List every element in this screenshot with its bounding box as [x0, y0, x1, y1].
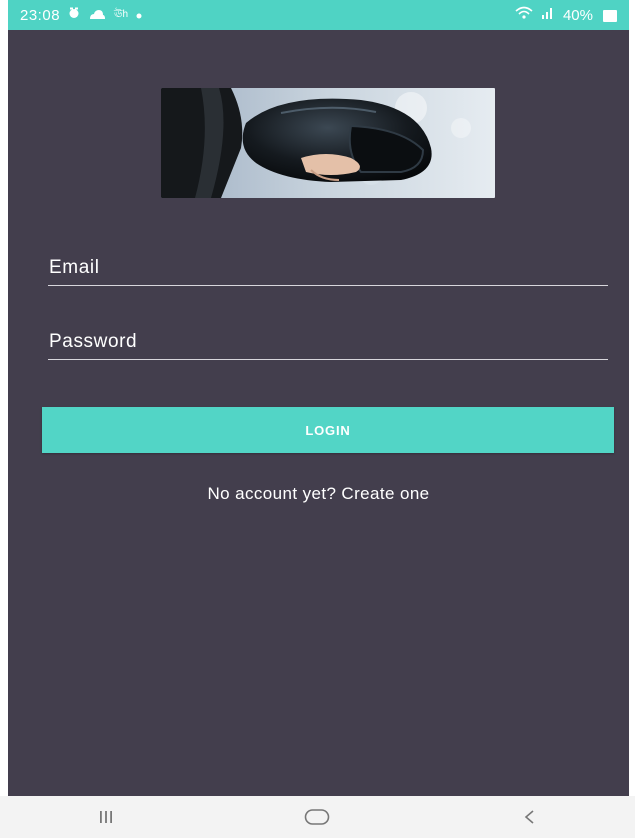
battery-percentage: 40%	[562, 6, 593, 24]
battery-icon	[603, 10, 617, 22]
wifi-icon	[515, 6, 533, 25]
create-account-link[interactable]: No account yet? Create one	[8, 484, 629, 504]
app-screen: 23:08 ঊh 40% Email LOGIN No account yet?…	[8, 0, 629, 838]
home-icon[interactable]	[287, 802, 347, 832]
email-field-container	[48, 251, 609, 286]
password-field[interactable]	[48, 325, 609, 359]
alarm-icon	[68, 6, 80, 24]
status-time: 23:08	[20, 6, 61, 24]
cloud-icon	[88, 6, 106, 24]
password-field-container	[48, 325, 609, 360]
status-bar: 23:08 ঊh 40%	[8, 0, 629, 30]
status-bar-left: 23:08 ঊh	[20, 6, 142, 24]
email-field[interactable]	[48, 251, 609, 285]
status-notification-text: ঊh	[114, 8, 129, 20]
helmet-photo	[161, 88, 495, 198]
signal-icon	[541, 6, 555, 24]
navigation-bar	[0, 796, 635, 838]
login-button[interactable]: LOGIN	[42, 407, 614, 453]
recent-apps-icon[interactable]	[76, 802, 136, 832]
back-icon[interactable]	[499, 802, 559, 832]
status-bar-right: 40%	[515, 6, 617, 25]
dot-icon	[136, 6, 142, 24]
